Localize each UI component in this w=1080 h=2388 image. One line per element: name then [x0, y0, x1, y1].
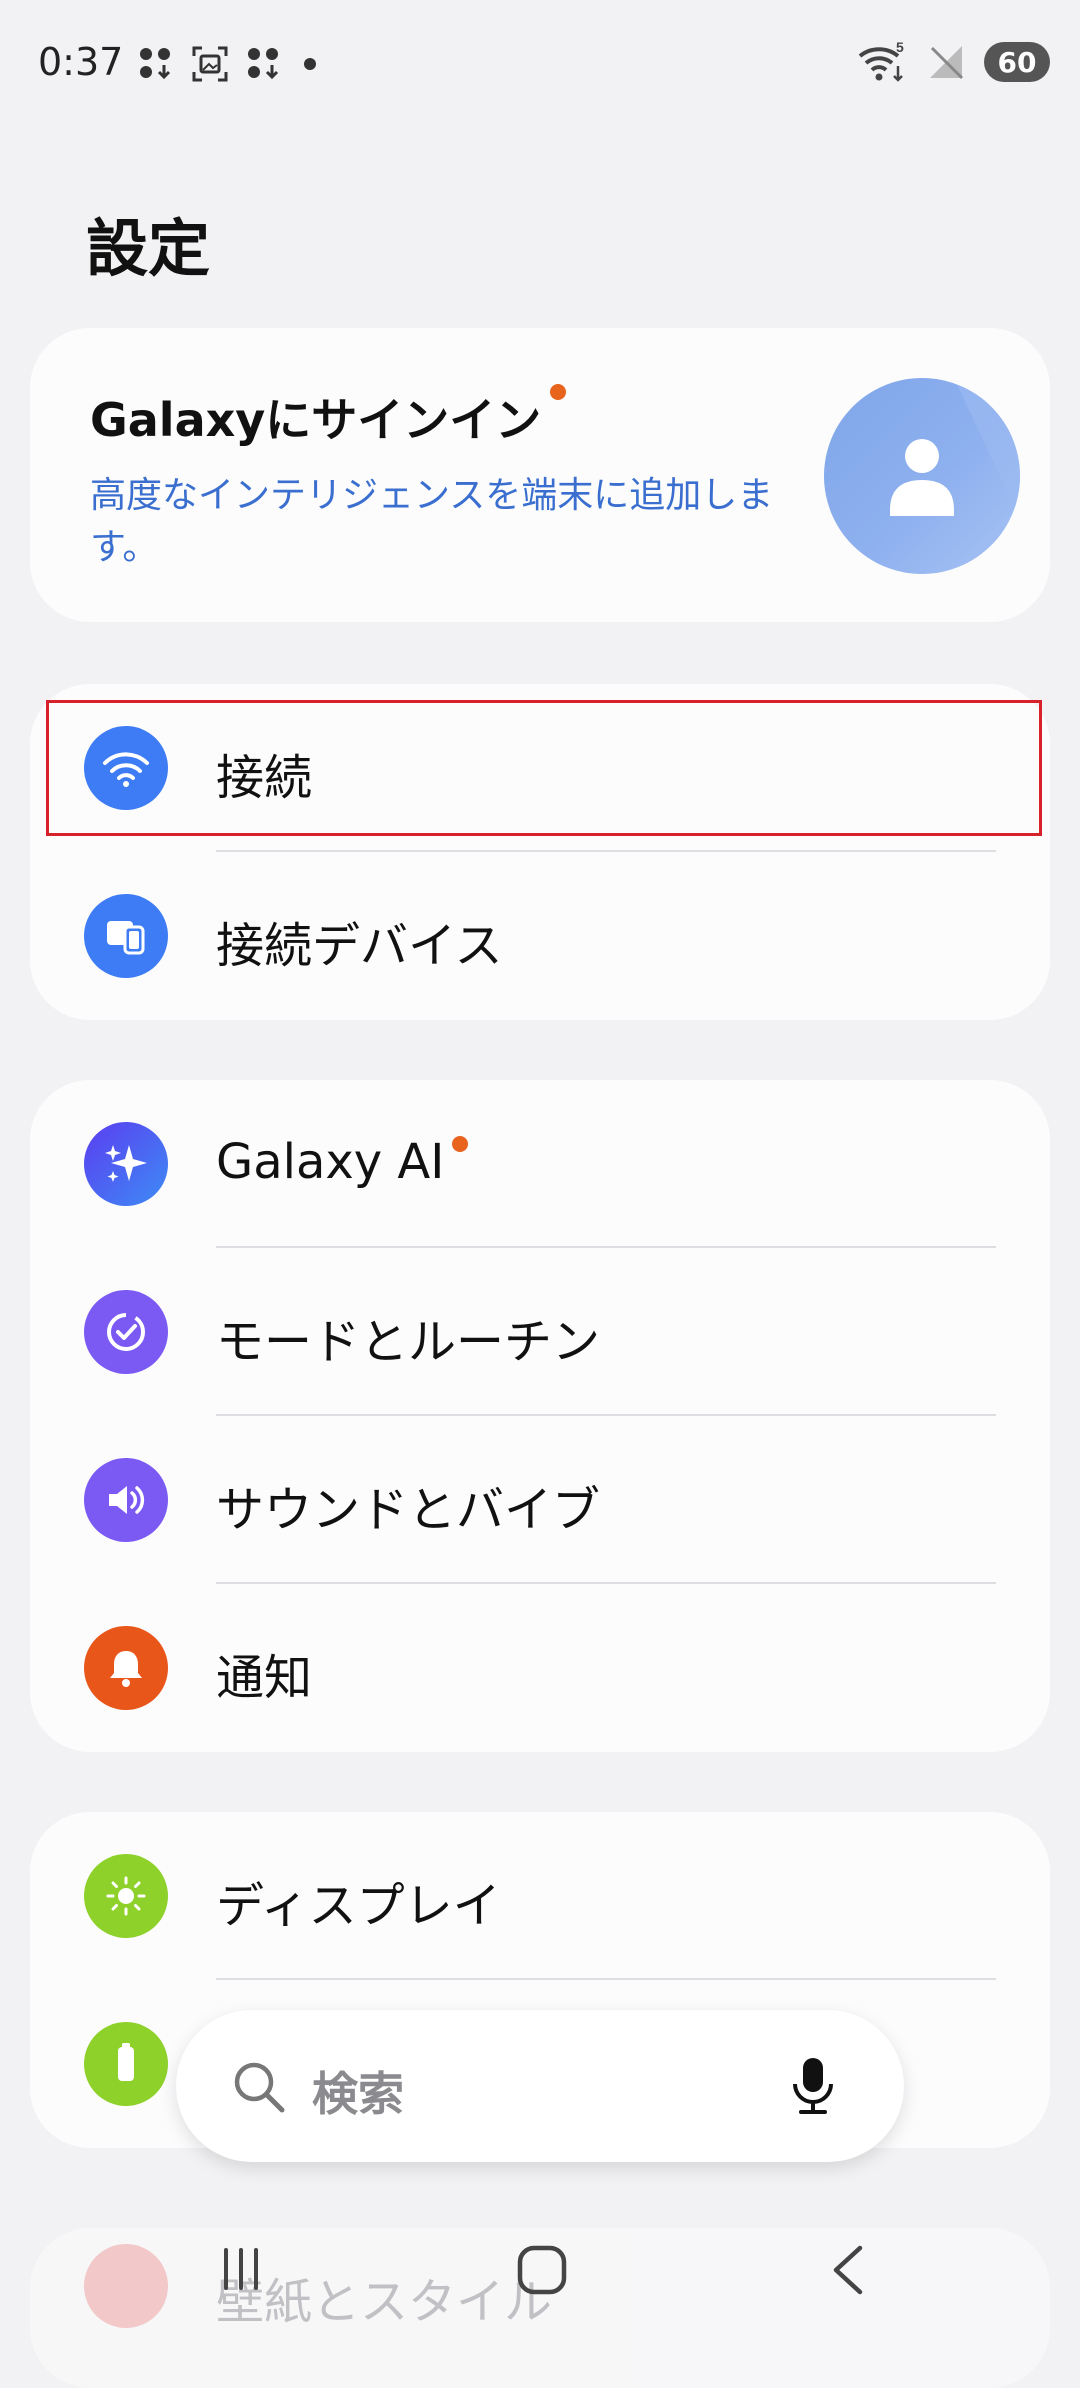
account-sign-in-title: Galaxyにサインイン — [90, 393, 542, 447]
microphone-icon[interactable] — [788, 2054, 838, 2118]
account-new-badge — [550, 384, 566, 400]
person-icon — [890, 378, 1020, 518]
back-icon[interactable] — [826, 2244, 870, 2296]
devices-icon — [84, 894, 168, 978]
navigation-bar — [0, 2200, 1080, 2340]
bell-icon — [84, 1626, 168, 1710]
screenshot-icon — [192, 46, 228, 82]
status-system-icons: 5 60 — [856, 40, 1050, 84]
settings-item-display[interactable]: ディスプレイ — [30, 1812, 1050, 1980]
battery-indicator: 60 — [984, 42, 1050, 82]
home-icon[interactable] — [516, 2244, 568, 2296]
settings-item-galaxy-ai[interactable]: Galaxy AI — [30, 1080, 1050, 1248]
settings-item-label: 接続デバイス — [216, 918, 503, 974]
routine-check-icon — [84, 1290, 168, 1374]
status-bar: 0:37 5 60 — [0, 0, 1080, 130]
more-notifications-dot-icon — [304, 58, 316, 70]
settings-item-label: サウンドとバイブ — [216, 1482, 601, 1538]
settings-item-label: モードとルーチン — [216, 1314, 601, 1370]
battery-icon — [84, 2022, 168, 2106]
new-badge-dot — [452, 1136, 469, 1152]
settings-item-label: 通知 — [216, 1650, 313, 1706]
account-sign-in-subtitle: 高度なインテリジェンスを端末に追加します。 — [90, 475, 774, 568]
status-notification-icons — [136, 44, 322, 84]
selection-highlight — [46, 700, 1042, 836]
status-time: 0:37 — [38, 40, 124, 84]
recent-apps-icon[interactable] — [216, 2244, 266, 2294]
volume-icon — [84, 1458, 168, 1542]
app-grid-download-icon — [140, 48, 171, 80]
page-title: 設定 — [86, 212, 211, 285]
settings-item-sound-vibration[interactable]: サウンドとバイブ — [30, 1416, 1050, 1584]
settings-item-label: Galaxy AI — [216, 1134, 469, 1190]
svg-text:5: 5 — [896, 40, 904, 55]
settings-item-label: ディスプレイ — [216, 1878, 501, 1934]
no-signal-icon — [930, 46, 964, 80]
wifi-status-icon: 5 — [858, 40, 904, 82]
avatar[interactable] — [824, 378, 1020, 574]
settings-item-modes-routines[interactable]: モードとルーチン — [30, 1248, 1050, 1416]
search-input[interactable]: 検索 — [312, 2058, 404, 2124]
settings-item-connected-devices[interactable]: 接続デバイス — [30, 852, 1050, 1020]
sun-icon — [84, 1854, 168, 1938]
search-bar[interactable]: 検索 — [176, 2010, 904, 2162]
settings-item-notifications[interactable]: 通知 — [30, 1584, 1050, 1752]
sparkle-icon — [84, 1122, 168, 1206]
search-icon — [234, 2062, 285, 2113]
samsung-account-card[interactable]: Galaxyにサインイン 高度なインテリジェンスを端末に追加します。 — [30, 328, 1050, 622]
app-grid-download-icon-2 — [248, 48, 279, 80]
settings-group-ai-sound: Galaxy AI モードとルーチン サウンドとバイブ 通知 — [30, 1080, 1050, 1752]
